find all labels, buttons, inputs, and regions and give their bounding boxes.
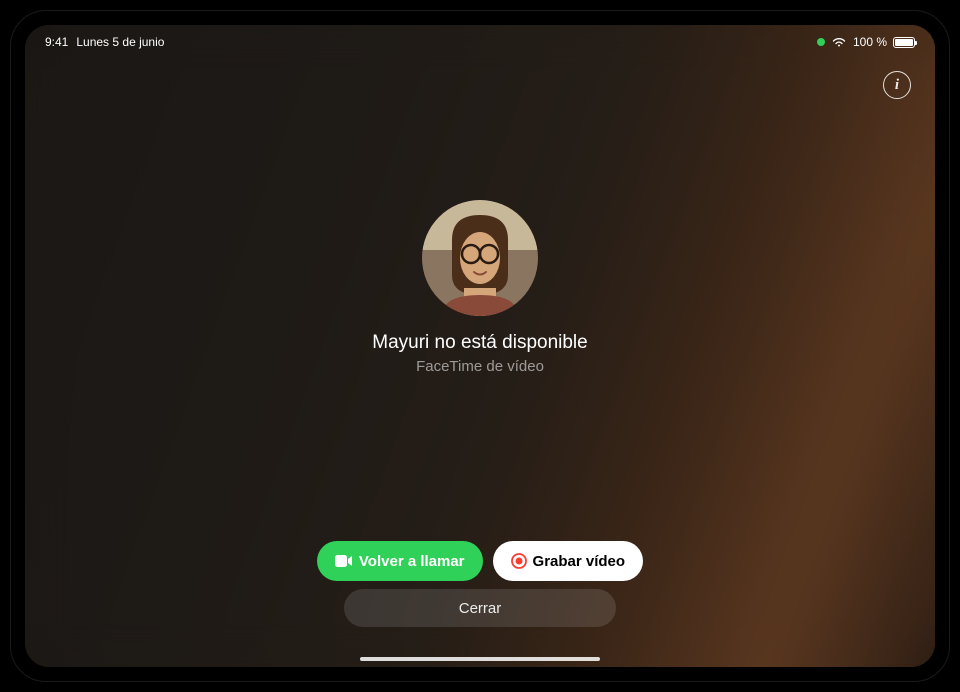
screen: 9:41 Lunes 5 de junio 100 % i	[25, 25, 935, 667]
action-buttons: Volver a llamar Grabar vídeo	[25, 541, 935, 581]
battery-icon	[893, 37, 915, 48]
video-camera-icon	[335, 555, 353, 567]
contact-avatar	[422, 200, 538, 316]
call-status-text: Mayuri no está disponible	[372, 332, 587, 354]
call-again-button[interactable]: Volver a llamar	[317, 541, 483, 581]
camera-active-indicator-icon	[817, 38, 825, 46]
record-video-button[interactable]: Grabar vídeo	[493, 541, 644, 581]
ipad-frame: 9:41 Lunes 5 de junio 100 % i	[10, 10, 950, 682]
call-content: Mayuri no está disponible FaceTime de ví…	[25, 200, 935, 375]
status-right: 100 %	[817, 35, 915, 49]
info-button[interactable]: i	[883, 71, 911, 99]
close-label: Cerrar	[459, 600, 502, 617]
call-type-text: FaceTime de vídeo	[416, 358, 544, 375]
close-button[interactable]: Cerrar	[344, 589, 616, 627]
call-again-label: Volver a llamar	[359, 553, 465, 570]
record-icon	[511, 553, 527, 569]
status-date: Lunes 5 de junio	[76, 35, 164, 49]
info-icon: i	[895, 77, 899, 94]
status-left: 9:41 Lunes 5 de junio	[45, 35, 164, 49]
wifi-icon	[831, 37, 847, 48]
status-time: 9:41	[45, 35, 68, 49]
record-video-label: Grabar vídeo	[533, 553, 626, 570]
battery-percent: 100 %	[853, 35, 887, 49]
home-indicator[interactable]	[360, 657, 600, 661]
status-bar: 9:41 Lunes 5 de junio 100 %	[25, 25, 935, 53]
